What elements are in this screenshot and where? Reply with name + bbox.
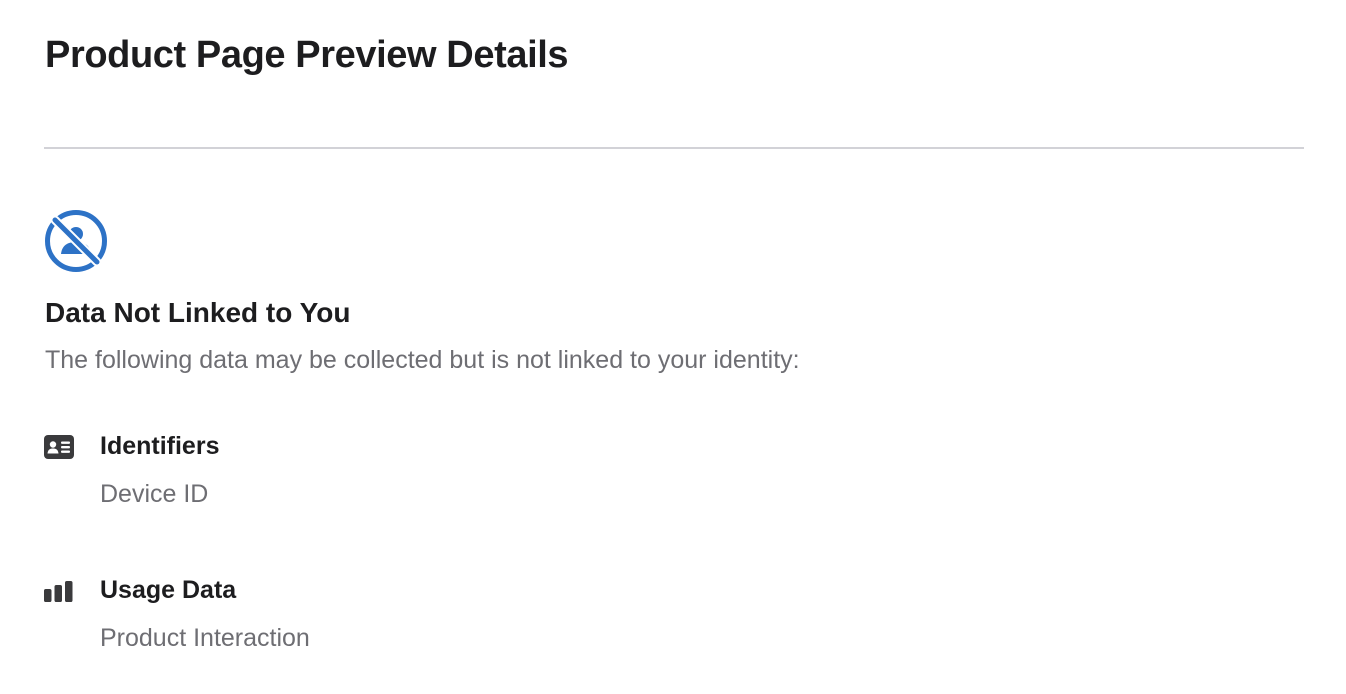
category-item: Device ID (100, 480, 209, 508)
section-divider (44, 147, 1304, 149)
person-crossed-circle-icon (45, 210, 107, 272)
section-description: The following data may be collected but … (45, 346, 800, 374)
category-title: Identifiers (100, 432, 220, 460)
category-item: Product Interaction (100, 624, 310, 652)
page-title: Product Page Preview Details (45, 34, 569, 76)
bar-chart-icon (44, 581, 73, 602)
category-title: Usage Data (100, 576, 237, 604)
id-card-icon (44, 435, 74, 459)
section-title: Data Not Linked to You (45, 297, 351, 328)
